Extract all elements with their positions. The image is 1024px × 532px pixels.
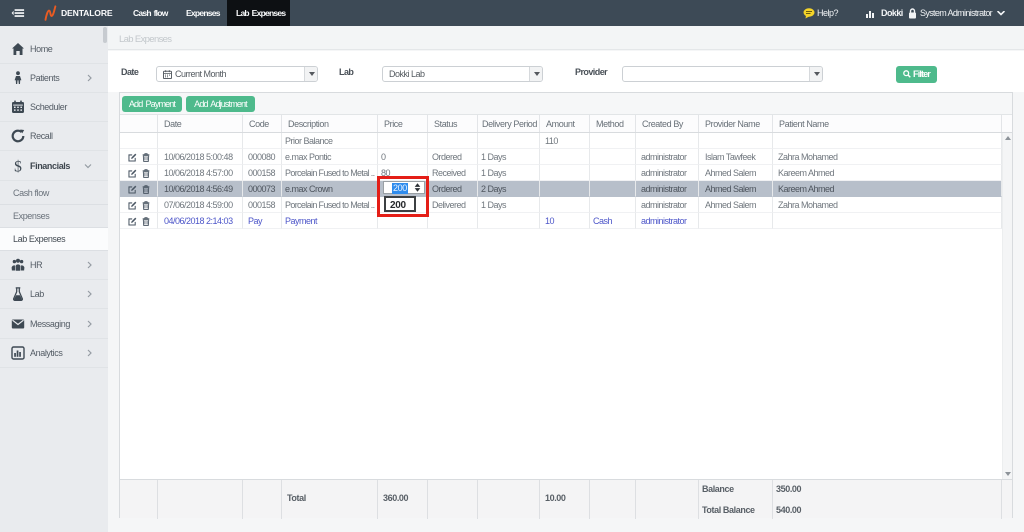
svg-text:$: $ xyxy=(14,159,22,173)
